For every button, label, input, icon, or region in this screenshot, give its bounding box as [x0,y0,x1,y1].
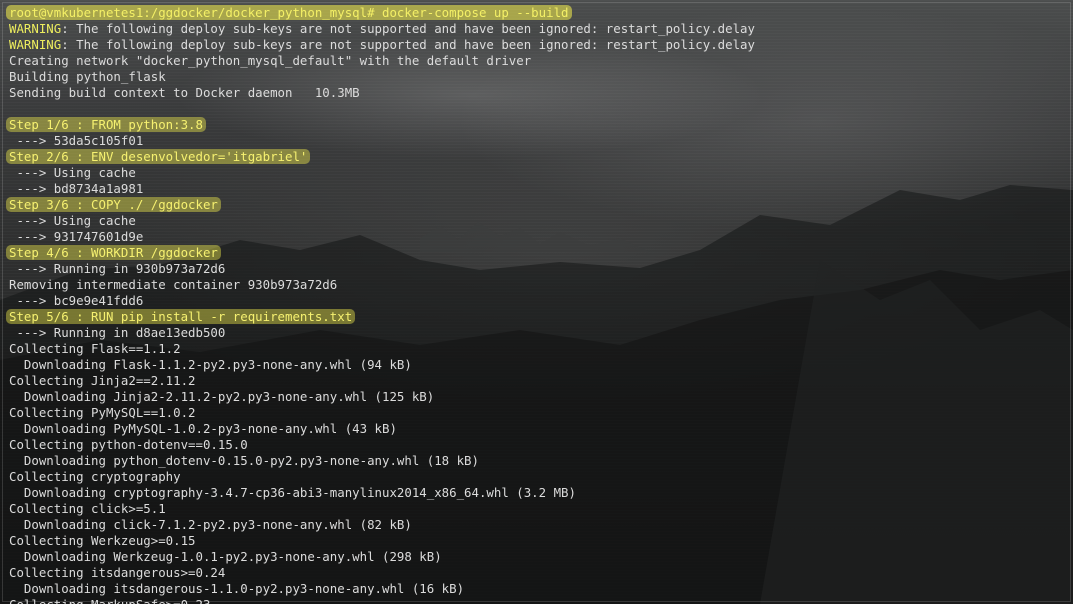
output-text: ---> bc9e9e41fdd6 [9,293,144,308]
terminal-line: Step 2/6 : ENV desenvolvedor='itgabriel' [6,149,1065,165]
terminal-line: Downloading python_dotenv-0.15.0-py2.py3… [9,453,1065,469]
warning-label: WARNING [9,21,62,36]
output-text: ---> Using cache [9,165,136,180]
terminal-line: Downloading cryptography-3.4.7-cp36-abi3… [9,485,1065,501]
terminal-line: ---> Using cache [9,165,1065,181]
terminal-line: Collecting Jinja2==2.11.2 [9,373,1065,389]
output-text: ---> 931747601d9e [9,229,144,244]
output-text: Collecting Werkzeug>=0.15 [9,533,196,548]
terminal-line: Collecting itsdangerous>=0.24 [9,565,1065,581]
build-step-line: Step 5/6 : RUN pip install -r requiremen… [6,309,356,324]
build-step-line: Step 3/6 : COPY ./ /ggdocker [6,197,221,212]
terminal-line: ---> bc9e9e41fdd6 [9,293,1065,309]
terminal-line: Step 3/6 : COPY ./ /ggdocker [6,197,1065,213]
output-text: Downloading cryptography-3.4.7-cp36-abi3… [9,485,576,500]
build-step-line: Step 2/6 : ENV desenvolvedor='itgabriel' [6,149,311,164]
output-text: Downloading PyMySQL-1.0.2-py3-none-any.w… [9,421,397,436]
terminal-line: ---> Running in d8ae13edb500 [9,325,1065,341]
terminal-line: Downloading Flask-1.1.2-py2.py3-none-any… [9,357,1065,373]
output-text: Collecting python-dotenv==0.15.0 [9,437,248,452]
output-text: Downloading Jinja2-2.11.2-py2.py3-none-a… [9,389,435,404]
output-text: Collecting cryptography [9,469,181,484]
output-text: Sending build context to Docker daemon 1… [9,85,360,100]
terminal-line: ---> bd8734a1a981 [9,181,1065,197]
terminal-line: ---> 931747601d9e [9,229,1065,245]
terminal-line: ---> Running in 930b973a72d6 [9,261,1065,277]
warning-label: WARNING [9,37,62,52]
output-text: Collecting click>=5.1 [9,501,166,516]
terminal-line: Sending build context to Docker daemon 1… [9,85,1065,101]
terminal-line: WARNING: The following deploy sub-keys a… [9,37,1065,53]
terminal-line: Downloading itsdangerous-1.1.0-py2.py3-n… [9,581,1065,597]
output-text: Downloading itsdangerous-1.1.0-py2.py3-n… [9,581,465,596]
command-prompt: root@vmkubernetes1:/ggdocker/docker_pyth… [6,5,572,20]
terminal-line: ---> 53da5c105f01 [9,133,1065,149]
terminal-line: Collecting PyMySQL==1.0.2 [9,405,1065,421]
build-step-line: Step 1/6 : FROM python:3.8 [6,117,206,132]
terminal-line: Creating network "docker_python_mysql_de… [9,53,1065,69]
terminal-line: Downloading Jinja2-2.11.2-py2.py3-none-a… [9,389,1065,405]
terminal-window[interactable]: root@vmkubernetes1:/ggdocker/docker_pyth… [0,0,1073,604]
terminal-line: ---> Using cache [9,213,1065,229]
terminal-line: Downloading click-7.1.2-py2.py3-none-any… [9,517,1065,533]
terminal-line: Building python_flask [9,69,1065,85]
output-text: Collecting PyMySQL==1.0.2 [9,405,196,420]
output-text: Collecting Jinja2==2.11.2 [9,373,196,388]
terminal-output[interactable]: root@vmkubernetes1:/ggdocker/docker_pyth… [6,5,1065,604]
output-text: Downloading python_dotenv-0.15.0-py2.py3… [9,453,479,468]
terminal-line: Collecting python-dotenv==0.15.0 [9,437,1065,453]
output-text: Building python_flask [9,69,166,84]
output-text: Downloading Flask-1.1.2-py2.py3-none-any… [9,357,412,372]
terminal-line: Step 1/6 : FROM python:3.8 [6,117,1065,133]
output-text: ---> 53da5c105f01 [9,133,144,148]
terminal-line: Collecting Flask==1.1.2 [9,341,1065,357]
output-text: Collecting itsdangerous>=0.24 [9,565,226,580]
warning-text: : The following deploy sub-keys are not … [61,37,755,52]
output-text: Downloading Werkzeug-1.0.1-py2.py3-none-… [9,549,442,564]
output-text: Removing intermediate container 930b973a… [9,277,338,292]
terminal-line: Collecting click>=5.1 [9,501,1065,517]
output-text: Downloading click-7.1.2-py2.py3-none-any… [9,517,412,532]
output-text: Creating network "docker_python_mysql_de… [9,53,532,68]
terminal-line: Downloading PyMySQL-1.0.2-py3-none-any.w… [9,421,1065,437]
terminal-line: root@vmkubernetes1:/ggdocker/docker_pyth… [6,5,1065,21]
output-text: ---> Using cache [9,213,136,228]
output-text: ---> bd8734a1a981 [9,181,144,196]
output-text: ---> Running in d8ae13edb500 [9,325,226,340]
output-text: ---> Running in 930b973a72d6 [9,261,226,276]
output-text: Collecting Flask==1.1.2 [9,341,181,356]
terminal-line: Collecting Werkzeug>=0.15 [9,533,1065,549]
terminal-line: Step 5/6 : RUN pip install -r requiremen… [6,309,1065,325]
terminal-line: Removing intermediate container 930b973a… [9,277,1065,293]
build-step-line: Step 4/6 : WORKDIR /ggdocker [6,245,221,260]
terminal-line: Downloading Werkzeug-1.0.1-py2.py3-none-… [9,549,1065,565]
terminal-line: Collecting MarkupSafe>=0.23 [9,597,1065,604]
terminal-line: Step 4/6 : WORKDIR /ggdocker [6,245,1065,261]
output-text: Collecting MarkupSafe>=0.23 [9,597,210,604]
terminal-line: WARNING: The following deploy sub-keys a… [9,21,1065,37]
warning-text: : The following deploy sub-keys are not … [61,21,755,36]
terminal-line: Collecting cryptography [9,469,1065,485]
